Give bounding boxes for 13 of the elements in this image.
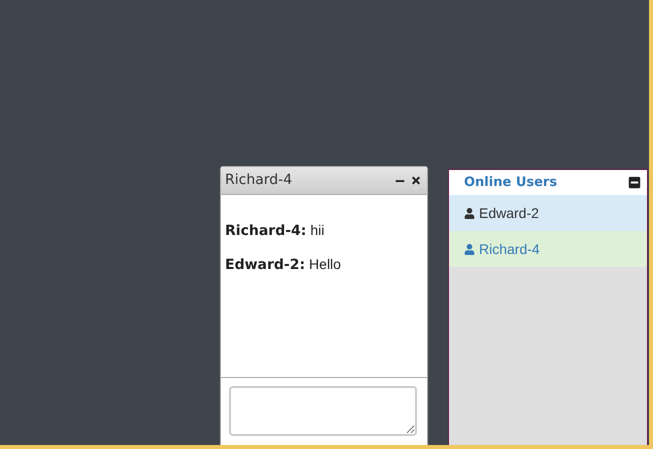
message-input[interactable] [229, 386, 417, 436]
message-text: hii [310, 221, 324, 240]
user-list-item[interactable]: Edward-2 [449, 195, 647, 231]
message-sender: Edward-2: [225, 256, 306, 275]
user-list-item[interactable]: Richard-4 [449, 231, 647, 267]
user-icon [464, 244, 475, 254]
panel-title: Online Users [464, 174, 558, 192]
message-text: Hello [309, 255, 341, 274]
close-icon[interactable] [411, 175, 421, 186]
user-icon [464, 208, 475, 218]
collapse-icon[interactable] [628, 176, 641, 189]
message-sender: Richard-4: [225, 222, 306, 241]
window-title: Richard-4 [225, 171, 294, 190]
